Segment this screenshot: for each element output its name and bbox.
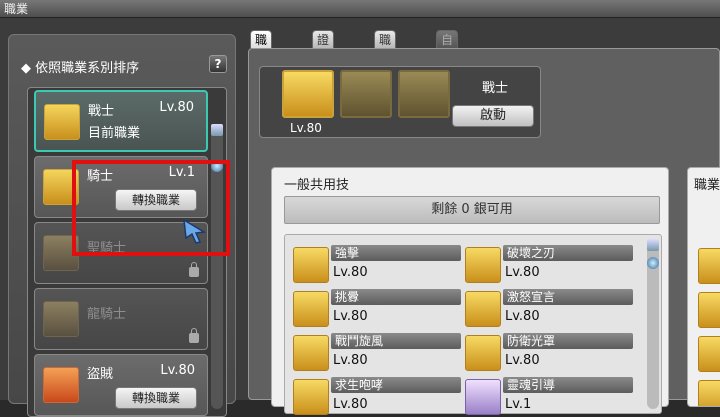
skill-level: Lv.80 bbox=[333, 353, 368, 368]
scroll-thumb[interactable] bbox=[647, 257, 659, 269]
provoke-icon bbox=[293, 291, 329, 327]
skill-item[interactable]: 強擊 Lv.80 bbox=[293, 243, 463, 285]
activate-button[interactable]: 啟動 bbox=[452, 105, 534, 127]
destruction-blade-icon bbox=[465, 247, 501, 283]
common-skills-box: 一般共用技 剩餘 0 銀可用 強擊 Lv.80 破壞之刃 Lv.80 挑釁 Lv… bbox=[271, 167, 669, 415]
skill-level: Lv.1 bbox=[505, 397, 532, 412]
remaining-points: 剩餘 0 銀可用 bbox=[284, 196, 660, 224]
skill-item[interactable]: 求生咆哮 Lv.80 bbox=[293, 375, 463, 417]
skill-level: Lv.80 bbox=[333, 265, 368, 280]
skill-item[interactable]: 激怒宣言 Lv.80 bbox=[465, 287, 635, 329]
survival-roar-icon bbox=[293, 379, 329, 415]
job-level: Lv.80 bbox=[160, 363, 195, 378]
rage-declaration-icon bbox=[465, 291, 501, 327]
section-title: 一般共用技 bbox=[284, 178, 350, 193]
warrior-icon bbox=[44, 104, 80, 140]
tab-job-info[interactable]: 職業資訊 bbox=[374, 30, 397, 101]
skill-item[interactable]: 戰鬥旋風 Lv.80 bbox=[293, 331, 463, 373]
skill-item[interactable]: 防衛光罩 Lv.80 bbox=[465, 331, 635, 373]
skill-name: 強擊 bbox=[331, 245, 461, 261]
skill-name: 防衛光罩 bbox=[503, 333, 633, 349]
soul-guide-icon bbox=[465, 379, 501, 415]
job-name: 戰士 bbox=[88, 104, 115, 119]
tab-job-skills[interactable]: 職業技能 bbox=[250, 30, 273, 101]
job-activation-bar: Lv.80 戰士 啟動 bbox=[259, 66, 541, 138]
skill-level: Lv.80 bbox=[505, 265, 540, 280]
warrior-weapon-icon[interactable] bbox=[398, 70, 450, 118]
skill-level: Lv.80 bbox=[333, 397, 368, 412]
skill-item[interactable]: 破壞之刃 Lv.80 bbox=[465, 243, 635, 285]
sort-by-job-category[interactable]: ◆ 依照職業系別排序 bbox=[21, 57, 139, 76]
battle-whirlwind-icon bbox=[293, 335, 329, 371]
skill-name: 破壞之刃 bbox=[503, 245, 633, 261]
skill-icon[interactable] bbox=[698, 336, 720, 372]
tab-license-knowledge[interactable]: 證照知識 bbox=[312, 30, 335, 101]
job-level: Lv.80 bbox=[159, 100, 194, 115]
skill-name: 靈魂引導 bbox=[503, 377, 633, 393]
job-level: Lv.80 bbox=[290, 121, 322, 135]
dragon-knight-icon bbox=[43, 301, 79, 337]
skill-item[interactable]: 靈魂引導 Lv.1 bbox=[465, 375, 635, 417]
skill-grid: 強擊 Lv.80 破壞之刃 Lv.80 挑釁 Lv.80 激怒宣言 Lv.80 bbox=[284, 234, 662, 417]
scroll-up-icon[interactable] bbox=[647, 239, 659, 251]
skill-level: Lv.80 bbox=[505, 309, 540, 324]
current-job-label: 目前職業 bbox=[88, 126, 141, 141]
mouse-cursor-icon bbox=[183, 218, 207, 244]
sort-label: 依照職業系別排序 bbox=[35, 61, 140, 76]
skills-content-panel: Lv.80 戰士 啟動 一般共用技 剩餘 0 銀可用 強擊 Lv.80 破壞之刃… bbox=[248, 48, 720, 415]
window-title: 職業 bbox=[0, 0, 720, 18]
skill-item[interactable]: 挑釁 Lv.80 bbox=[293, 287, 463, 329]
skill-icon[interactable] bbox=[698, 248, 720, 284]
job-name: 龍騎士 bbox=[87, 307, 127, 322]
scroll-up-icon[interactable] bbox=[211, 124, 223, 136]
skill-level: Lv.80 bbox=[333, 309, 368, 324]
skill-name: 戰鬥旋風 bbox=[331, 333, 461, 349]
thief-icon bbox=[43, 367, 79, 403]
tab-custom-skills: 自訂技能 bbox=[436, 30, 459, 101]
job-name: 盜賊 bbox=[87, 367, 114, 382]
skill-name: 求生咆哮 bbox=[331, 377, 461, 393]
defense-shield-icon bbox=[465, 335, 501, 371]
lock-icon bbox=[189, 328, 199, 343]
switch-job-button[interactable]: 轉換職業 bbox=[115, 387, 197, 409]
skill-icon[interactable] bbox=[698, 380, 720, 406]
job-name: 戰士 bbox=[482, 81, 509, 96]
skill-level: Lv.80 bbox=[505, 353, 540, 368]
warrior-icon[interactable] bbox=[282, 70, 334, 118]
lock-icon bbox=[189, 262, 199, 277]
job-window: ◆ 依照職業系別排序 ? 戰士 Lv.80 目前職業 騎士 Lv.1 轉換職業 … bbox=[0, 18, 720, 417]
skill-name: 激怒宣言 bbox=[503, 289, 633, 305]
strike-icon bbox=[293, 247, 329, 283]
section-title: 職業 bbox=[694, 178, 720, 193]
job-card-thief[interactable]: 盜賊 Lv.80 轉換職業 bbox=[34, 354, 208, 416]
help-button[interactable]: ? bbox=[209, 55, 227, 73]
warrior-class-icon[interactable] bbox=[340, 70, 392, 118]
skill-name: 挑釁 bbox=[331, 289, 461, 305]
skill-icon[interactable] bbox=[698, 292, 720, 328]
job-skills-box: 職業 bbox=[687, 167, 720, 407]
job-card-warrior[interactable]: 戰士 Lv.80 目前職業 bbox=[34, 90, 208, 152]
job-card-dragon-knight: 龍騎士 bbox=[34, 288, 208, 350]
